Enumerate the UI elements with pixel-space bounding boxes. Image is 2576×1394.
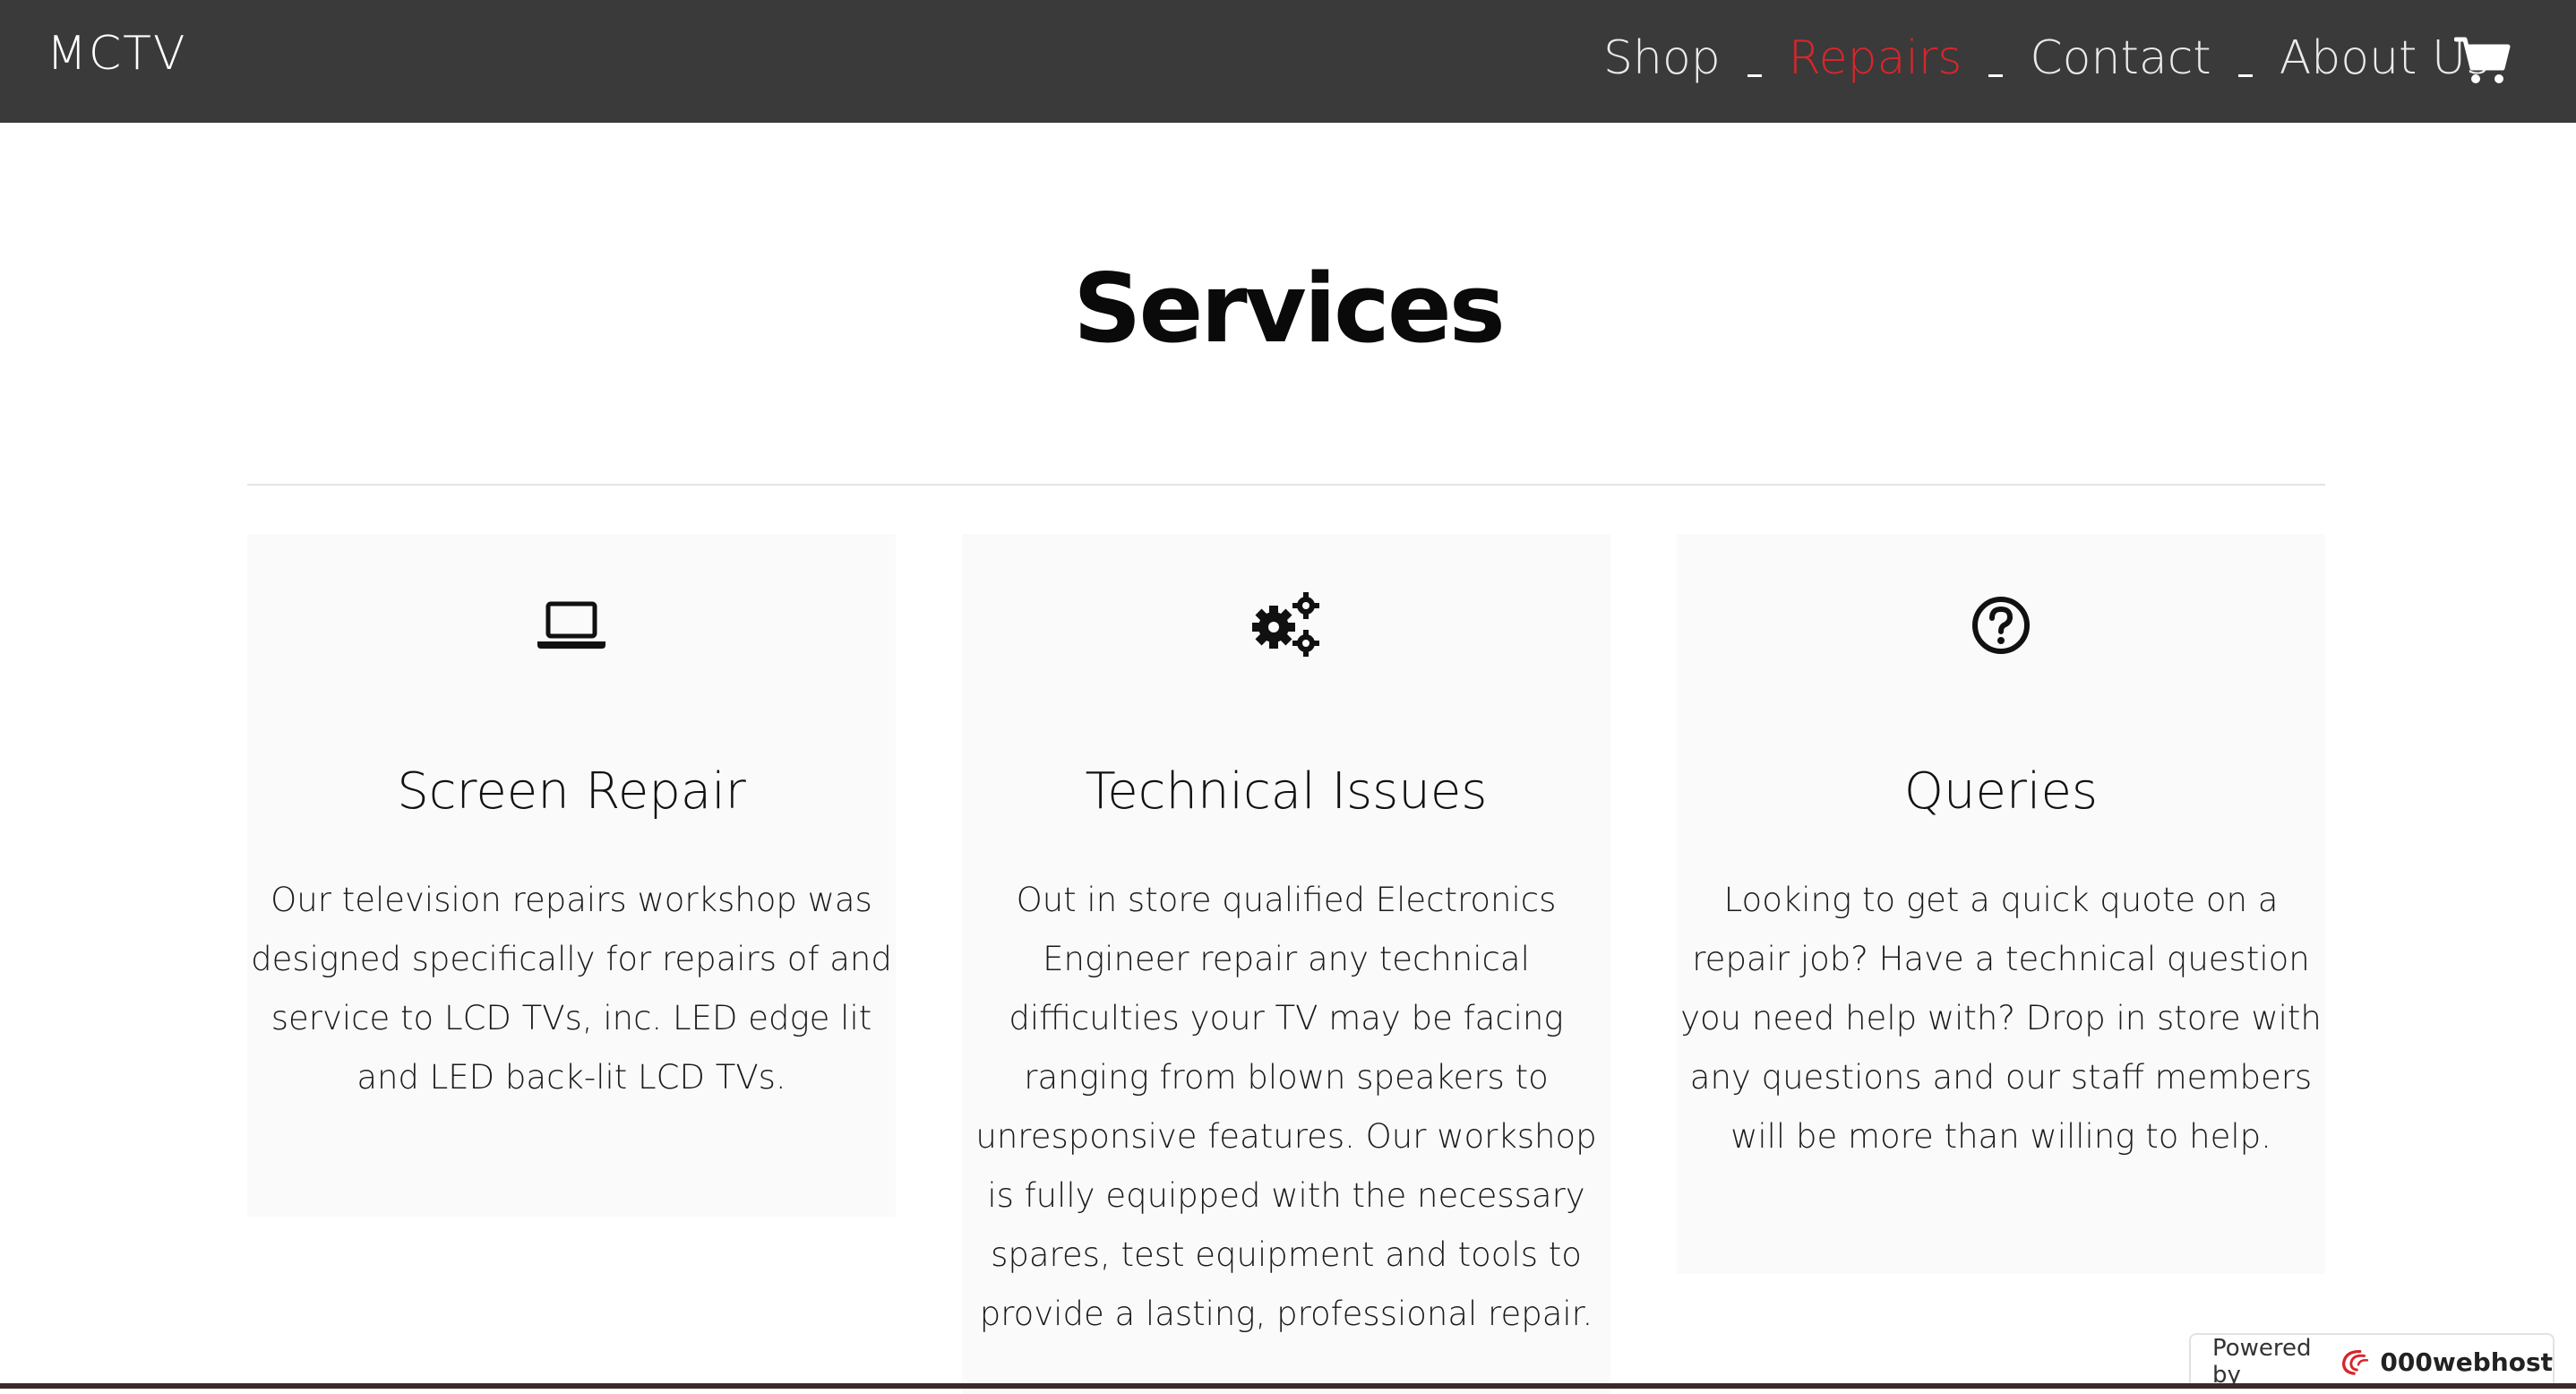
service-description: Looking to get a quick quote on a repair… bbox=[1680, 881, 2322, 1156]
service-title: Queries bbox=[1903, 762, 2099, 821]
powered-by-badge[interactable]: Powered by 000webhost bbox=[2189, 1333, 2555, 1389]
nav-contact[interactable]: Contact bbox=[2030, 31, 2211, 85]
laptop-icon bbox=[534, 589, 609, 661]
webhost-brand: 000webhost bbox=[2380, 1347, 2553, 1377]
gears-icon bbox=[1249, 589, 1324, 661]
service-title: Technical Issues bbox=[1085, 762, 1488, 821]
page-title: Services bbox=[1073, 254, 1506, 364]
nav-repairs[interactable]: Repairs bbox=[1789, 31, 1962, 85]
service-card-queries: Queries Looking to get a quick quote on … bbox=[1677, 534, 2325, 1274]
nav-separator bbox=[2237, 73, 2253, 77]
nav-separator bbox=[1988, 73, 2004, 77]
webhost-logo-icon bbox=[2341, 1349, 2369, 1375]
service-title: Screen Repair bbox=[397, 762, 746, 821]
top-navbar: MCTV Shop Repairs Contact About Us bbox=[0, 0, 2576, 123]
service-card-screen-repair: Screen Repair Our television repairs wor… bbox=[247, 534, 896, 1217]
powered-by-label: Powered by bbox=[2212, 1335, 2312, 1389]
service-description: Out in store qualified Electronics Engin… bbox=[975, 881, 1597, 1333]
site-logo[interactable]: MCTV bbox=[47, 23, 187, 84]
service-description: Our television repairs workshop was desi… bbox=[251, 881, 892, 1097]
bottom-edge-strip bbox=[0, 1383, 2576, 1389]
service-card-technical-issues: Technical Issues Out in store qualified … bbox=[962, 534, 1610, 1394]
shopping-cart-icon[interactable] bbox=[2454, 36, 2512, 86]
main-nav: Shop Repairs Contact About Us bbox=[1603, 27, 2490, 90]
nav-separator bbox=[1747, 73, 1762, 77]
section-divider bbox=[247, 484, 2325, 486]
question-circle-icon bbox=[1963, 589, 2039, 661]
nav-shop[interactable]: Shop bbox=[1603, 31, 1721, 85]
